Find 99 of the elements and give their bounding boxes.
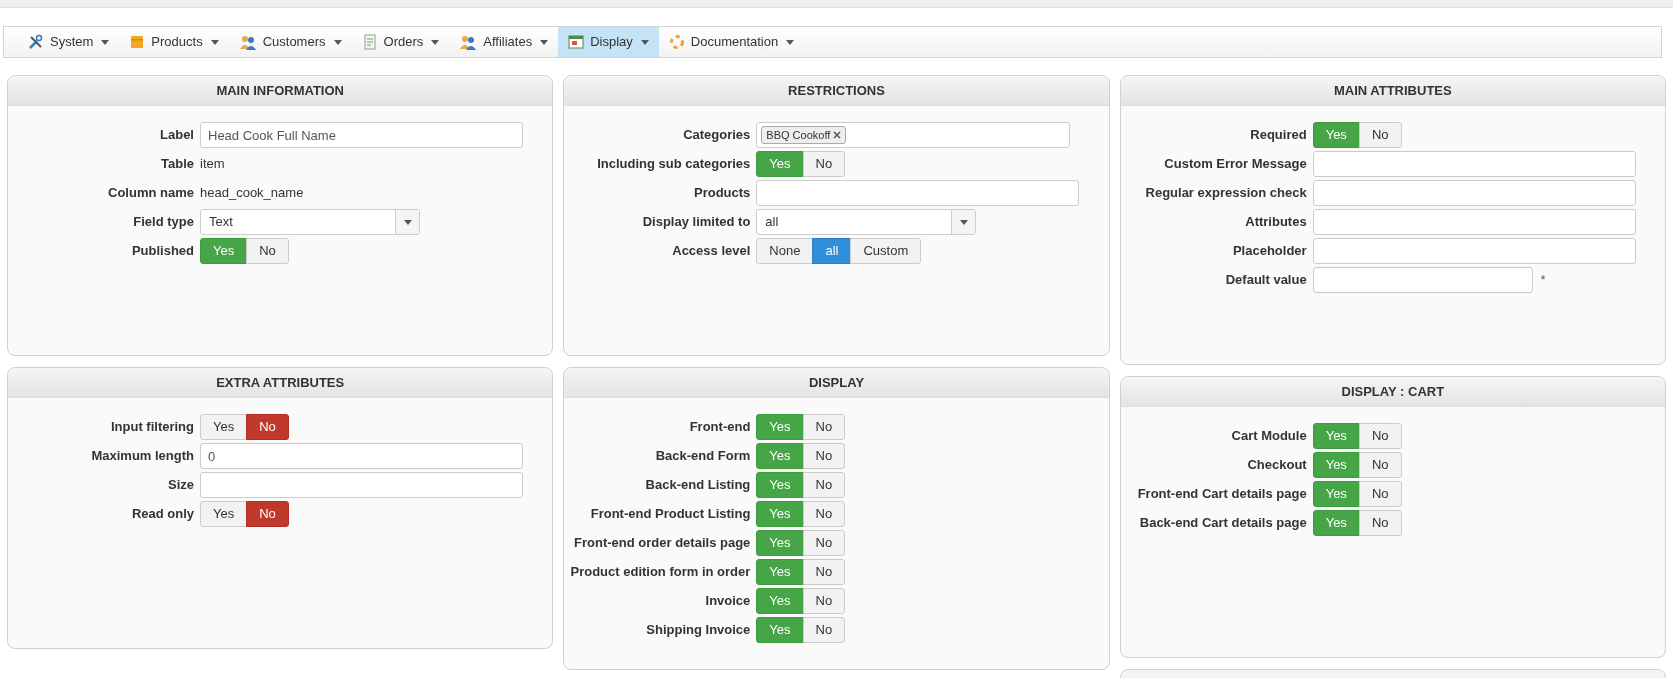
field-label: Read only	[130, 505, 194, 523]
field-label: Attributes	[1244, 213, 1307, 231]
menu-item[interactable]: Documentation	[658, 27, 805, 57]
text-field[interactable]	[1312, 209, 1636, 235]
menu-item[interactable]: Affiliates	[449, 27, 559, 57]
field-label: Including sub categories	[596, 155, 751, 173]
field-label: Column name	[107, 184, 194, 202]
option-button[interactable]: No	[802, 530, 846, 556]
option-button[interactable]: No	[802, 443, 846, 469]
dropdown[interactable]: all	[756, 209, 977, 235]
menu-item[interactable]: System	[18, 27, 120, 57]
field-value: item	[200, 155, 225, 173]
panel-title: DISPLAY	[808, 373, 865, 392]
option-button[interactable]: No	[1358, 452, 1402, 478]
panel-title: EXTRA ATTRIBUTES	[216, 373, 345, 392]
caret-icon	[333, 39, 342, 45]
field-label: Categories	[682, 126, 751, 144]
option-button[interactable]: No	[802, 617, 846, 643]
field-label: Cart Module	[1230, 427, 1307, 445]
option-button[interactable]: No	[1358, 122, 1402, 148]
option-button[interactable]: Yes	[200, 414, 248, 440]
caret-icon	[540, 39, 549, 45]
menu-item[interactable]: Products	[119, 27, 229, 57]
field-label: Front-end	[688, 418, 751, 436]
option-button[interactable]: No	[1358, 481, 1402, 507]
lifebuoy-icon	[668, 34, 685, 50]
menu-item[interactable]: Customers	[228, 27, 352, 57]
field-label: Field type	[132, 213, 194, 231]
document-icon	[361, 34, 378, 50]
category-tag: BBQ Cookoff	[761, 126, 847, 144]
field-label: Access level	[671, 242, 751, 260]
text-field[interactable]	[1312, 238, 1636, 264]
tools-icon	[28, 34, 44, 50]
field-label: Custom Error Message	[1163, 155, 1307, 173]
menu-item[interactable]: Display	[558, 27, 659, 57]
required-mark: *	[1539, 272, 1546, 289]
menu-item[interactable]: Orders	[351, 27, 450, 57]
panel-title: MAIN INFORMATION	[216, 81, 344, 100]
field-label: Back-end Cart details page	[1138, 514, 1307, 532]
option-button[interactable]: No	[802, 588, 846, 614]
tag-field[interactable]: BBQ Cookoff	[756, 122, 1071, 148]
field-label: Size	[167, 476, 194, 494]
field-label: Front-end Product Listing	[589, 505, 751, 523]
text-field[interactable]	[756, 180, 1080, 206]
field-label: Back-end Listing	[644, 476, 751, 494]
dropdown[interactable]: Text	[200, 209, 420, 235]
field-label: Placeholder	[1231, 242, 1307, 260]
text-field[interactable]	[1312, 151, 1636, 177]
option-button[interactable]: No	[246, 501, 289, 527]
caret-icon	[431, 39, 440, 45]
people-icon	[459, 34, 478, 50]
option-button[interactable]: No	[802, 151, 846, 177]
field-label: Front-end Cart details page	[1136, 485, 1307, 503]
field-label: Products	[693, 184, 751, 202]
option-button[interactable]: No	[1358, 423, 1402, 449]
field-label: Shipping Invoice	[645, 621, 751, 639]
panel-title: DISPLAY : CART	[1341, 382, 1445, 401]
caret-icon	[640, 39, 649, 45]
field-label: Display limited to	[641, 213, 751, 231]
text-field[interactable]	[200, 472, 523, 498]
caret-icon	[403, 219, 412, 225]
field-label: Required	[1249, 126, 1307, 144]
caret-icon	[210, 39, 219, 45]
caret-icon	[101, 39, 110, 45]
field-label: Label	[159, 126, 194, 144]
field-label: Front-end order details page	[573, 534, 751, 552]
option-button[interactable]: No	[802, 559, 846, 585]
remove-icon[interactable]	[833, 131, 842, 139]
option-button[interactable]: No	[802, 501, 846, 527]
option-button[interactable]: No	[802, 414, 846, 440]
field-label: Invoice	[704, 592, 751, 610]
option-button[interactable]: No	[802, 472, 846, 498]
text-field[interactable]: 0	[200, 443, 523, 469]
field-label: Back-end Form	[654, 447, 751, 465]
field-label: Maximum length	[90, 447, 194, 465]
field-label: Published	[130, 242, 194, 260]
field-value: head_cook_name	[200, 184, 304, 202]
text-field[interactable]	[1312, 180, 1636, 206]
field-label: Table	[160, 155, 194, 173]
option-button[interactable]: Custom	[850, 238, 922, 264]
field-label: Product edition form in order	[569, 563, 751, 581]
field-label: Default value	[1224, 271, 1307, 289]
window-icon	[568, 34, 585, 50]
panel-title: RESTRICTIONS	[788, 81, 885, 100]
option-button[interactable]: No	[1358, 510, 1402, 536]
option-button[interactable]: Yes	[200, 501, 248, 527]
field-label: Checkout	[1246, 456, 1307, 474]
panel-title: MAIN ATTRIBUTES	[1333, 81, 1452, 100]
field-label: Input filtering	[109, 418, 194, 436]
text-field[interactable]	[1312, 267, 1533, 293]
caret-icon	[959, 219, 968, 225]
option-button[interactable]: No	[246, 238, 289, 264]
field-label: Regular expression check	[1144, 184, 1307, 202]
caret-icon	[786, 39, 795, 45]
option-button[interactable]: None	[756, 238, 814, 264]
box-icon	[129, 34, 146, 50]
option-button[interactable]: No	[246, 414, 289, 440]
people-icon	[238, 34, 257, 50]
text-field[interactable]: Head Cook Full Name	[200, 122, 523, 148]
